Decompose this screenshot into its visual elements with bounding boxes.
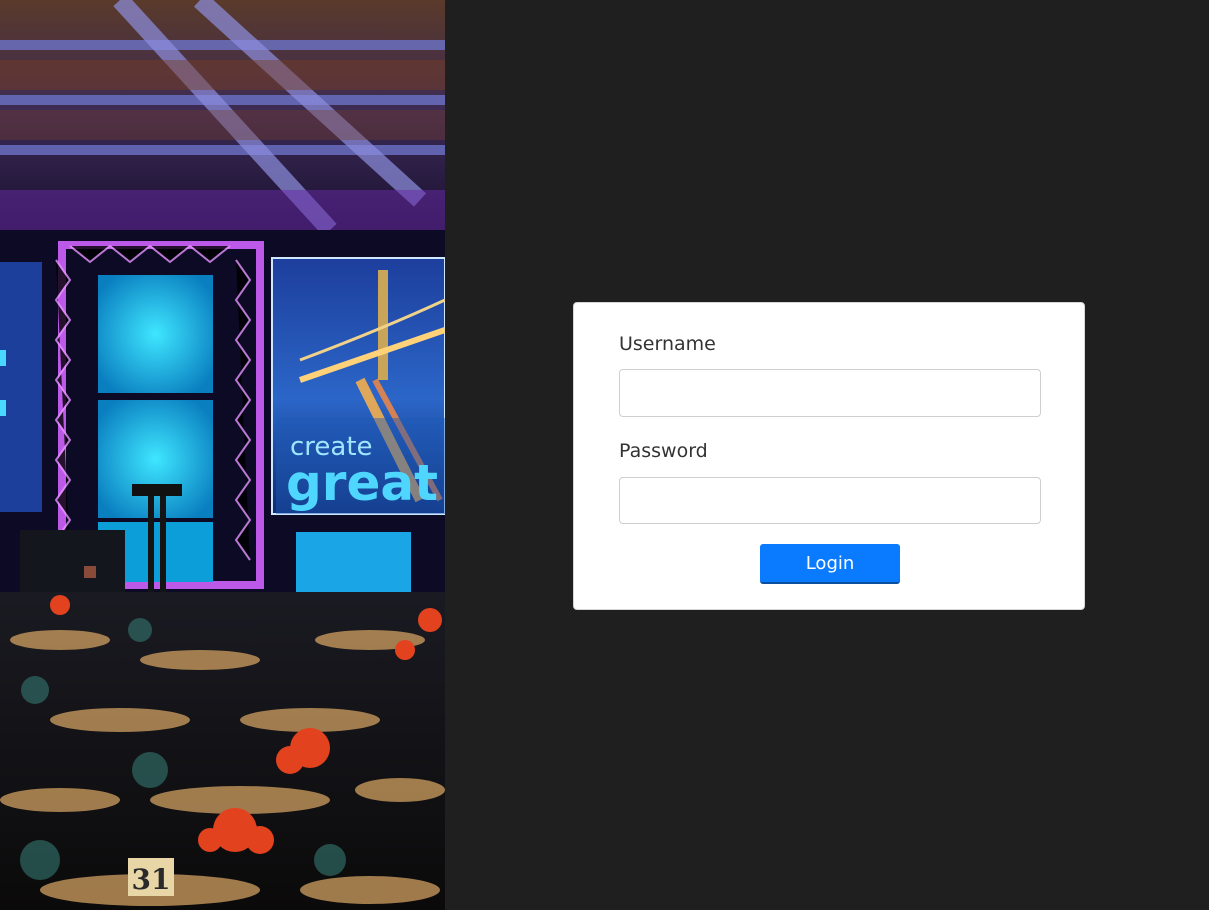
table-number: 31	[132, 863, 171, 896]
password-label: Password	[619, 440, 708, 462]
login-button[interactable]: Login	[760, 544, 900, 584]
login-form: Username Password Login	[573, 302, 1085, 610]
password-input[interactable]	[619, 477, 1041, 524]
event-photo: create great 31	[0, 0, 445, 910]
username-input[interactable]	[619, 369, 1041, 417]
event-photo-illustration: create great 31	[0, 0, 445, 910]
username-label: Username	[619, 333, 716, 355]
screen-text-great: great	[286, 454, 438, 512]
